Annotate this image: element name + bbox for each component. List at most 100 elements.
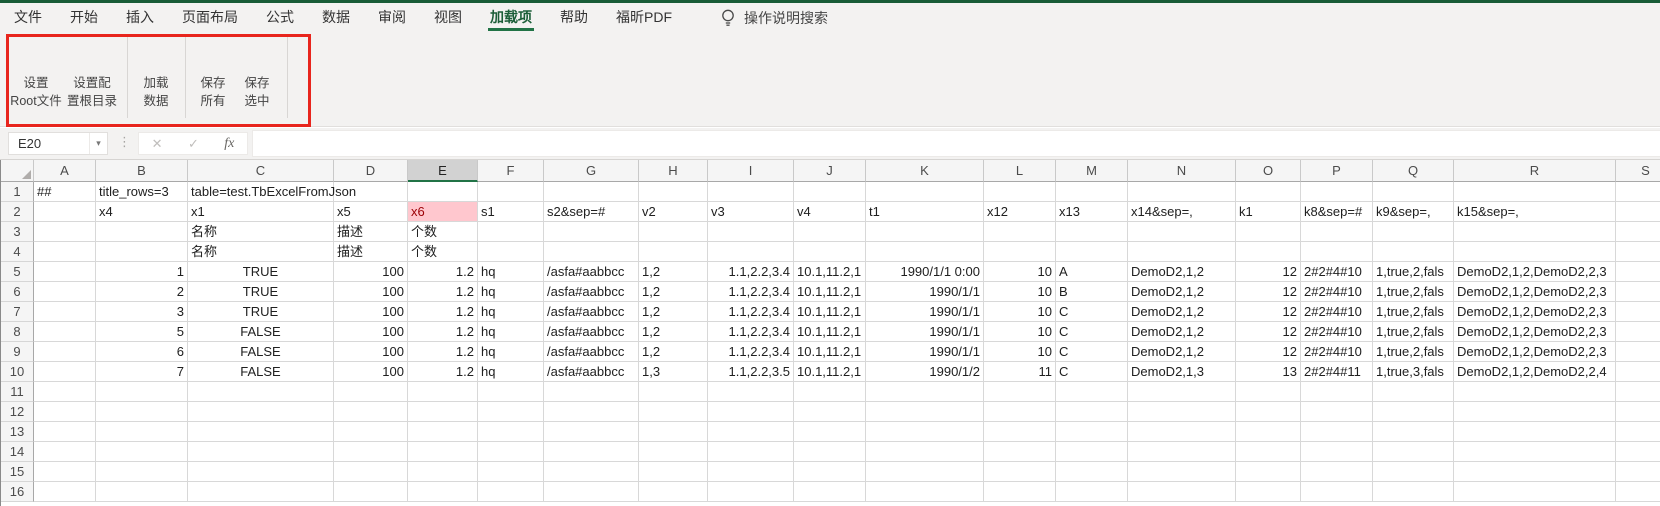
cell-S3[interactable]: [1616, 222, 1660, 242]
cell-E8[interactable]: 1.2: [408, 322, 478, 342]
formula-input[interactable]: [252, 130, 1660, 157]
cell-J15[interactable]: [794, 462, 866, 482]
column-header-F[interactable]: F: [478, 160, 544, 182]
cell-D6[interactable]: 100: [334, 282, 408, 302]
cell-F2[interactable]: s1: [478, 202, 544, 222]
cell-I3[interactable]: [708, 222, 794, 242]
cell-R13[interactable]: [1454, 422, 1616, 442]
cell-F1[interactable]: [478, 182, 544, 202]
cell-O13[interactable]: [1236, 422, 1301, 442]
cell-G13[interactable]: [544, 422, 639, 442]
cell-B1[interactable]: title_rows=3: [96, 182, 188, 202]
cell-O11[interactable]: [1236, 382, 1301, 402]
cell-Q11[interactable]: [1373, 382, 1454, 402]
cell-G16[interactable]: [544, 482, 639, 502]
cell-O3[interactable]: [1236, 222, 1301, 242]
row-header-13[interactable]: 13: [1, 422, 34, 442]
cell-I14[interactable]: [708, 442, 794, 462]
cell-B8[interactable]: 5: [96, 322, 188, 342]
cell-K5[interactable]: 1990/1/1 0:00: [866, 262, 984, 282]
cell-C13[interactable]: [188, 422, 334, 442]
cell-H14[interactable]: [639, 442, 708, 462]
cell-D15[interactable]: [334, 462, 408, 482]
cell-O5[interactable]: 12: [1236, 262, 1301, 282]
cell-P12[interactable]: [1301, 402, 1373, 422]
cell-C7[interactable]: TRUE: [188, 302, 334, 322]
cell-S9[interactable]: [1616, 342, 1660, 362]
row-header-16[interactable]: 16: [1, 482, 34, 502]
cell-I6[interactable]: 1.1,2.2,3.4: [708, 282, 794, 302]
cell-D13[interactable]: [334, 422, 408, 442]
cell-F15[interactable]: [478, 462, 544, 482]
cell-F16[interactable]: [478, 482, 544, 502]
cell-R6[interactable]: DemoD2,1,2,DemoD2,2,3: [1454, 282, 1616, 302]
cell-Q6[interactable]: 1,true,2,fals: [1373, 282, 1454, 302]
cell-A16[interactable]: [34, 482, 96, 502]
cell-N8[interactable]: DemoD2,1,2: [1128, 322, 1236, 342]
tab-文件[interactable]: 文件: [0, 3, 56, 33]
cell-P16[interactable]: [1301, 482, 1373, 502]
cell-B4[interactable]: [96, 242, 188, 262]
cell-F5[interactable]: hq: [478, 262, 544, 282]
cell-O7[interactable]: 12: [1236, 302, 1301, 322]
cell-H7[interactable]: 1,2: [639, 302, 708, 322]
cell-H5[interactable]: 1,2: [639, 262, 708, 282]
cell-I8[interactable]: 1.1,2.2,3.4: [708, 322, 794, 342]
addin-button-加载数据[interactable]: 加载数据: [132, 41, 180, 120]
tab-视图[interactable]: 视图: [420, 3, 476, 33]
cell-F3[interactable]: [478, 222, 544, 242]
cell-J10[interactable]: 10.1,11.2,1: [794, 362, 866, 382]
cell-L9[interactable]: 10: [984, 342, 1056, 362]
cell-M6[interactable]: B: [1056, 282, 1128, 302]
cell-N13[interactable]: [1128, 422, 1236, 442]
cell-L14[interactable]: [984, 442, 1056, 462]
cell-J16[interactable]: [794, 482, 866, 502]
cell-J1[interactable]: [794, 182, 866, 202]
cell-O15[interactable]: [1236, 462, 1301, 482]
cell-Q7[interactable]: 1,true,2,fals: [1373, 302, 1454, 322]
cell-P7[interactable]: 2#2#4#10: [1301, 302, 1373, 322]
cell-R5[interactable]: DemoD2,1,2,DemoD2,2,3: [1454, 262, 1616, 282]
row-header-12[interactable]: 12: [1, 402, 34, 422]
cell-S6[interactable]: [1616, 282, 1660, 302]
cell-Q8[interactable]: 1,true,2,fals: [1373, 322, 1454, 342]
cell-N16[interactable]: [1128, 482, 1236, 502]
cell-M10[interactable]: C: [1056, 362, 1128, 382]
cell-R3[interactable]: [1454, 222, 1616, 242]
cell-R9[interactable]: DemoD2,1,2,DemoD2,2,3: [1454, 342, 1616, 362]
cell-G3[interactable]: [544, 222, 639, 242]
addin-button-保存所有[interactable]: 保存所有: [189, 41, 237, 120]
cell-K7[interactable]: 1990/1/1: [866, 302, 984, 322]
cell-A3[interactable]: [34, 222, 96, 242]
addin-button-设置Root文件[interactable]: 设置Root文件: [8, 41, 64, 120]
cell-A6[interactable]: [34, 282, 96, 302]
cell-J5[interactable]: 10.1,11.2,1: [794, 262, 866, 282]
cell-J11[interactable]: [794, 382, 866, 402]
cell-M14[interactable]: [1056, 442, 1128, 462]
cell-I5[interactable]: 1.1,2.2,3.4: [708, 262, 794, 282]
cell-N15[interactable]: [1128, 462, 1236, 482]
cell-D11[interactable]: [334, 382, 408, 402]
cell-M9[interactable]: C: [1056, 342, 1128, 362]
cell-P1[interactable]: [1301, 182, 1373, 202]
cell-L4[interactable]: [984, 242, 1056, 262]
tab-开始[interactable]: 开始: [56, 3, 112, 33]
cell-C10[interactable]: FALSE: [188, 362, 334, 382]
cell-B12[interactable]: [96, 402, 188, 422]
cell-L1[interactable]: [984, 182, 1056, 202]
tab-数据[interactable]: 数据: [308, 3, 364, 33]
cell-L3[interactable]: [984, 222, 1056, 242]
cell-H16[interactable]: [639, 482, 708, 502]
cell-S11[interactable]: [1616, 382, 1660, 402]
cell-P5[interactable]: 2#2#4#10: [1301, 262, 1373, 282]
cell-O4[interactable]: [1236, 242, 1301, 262]
cell-H15[interactable]: [639, 462, 708, 482]
cell-J13[interactable]: [794, 422, 866, 442]
cell-R10[interactable]: DemoD2,1,2,DemoD2,2,4: [1454, 362, 1616, 382]
column-header-D[interactable]: D: [334, 160, 408, 182]
cell-S12[interactable]: [1616, 402, 1660, 422]
tab-页面布局[interactable]: 页面布局: [168, 3, 252, 33]
cell-R8[interactable]: DemoD2,1,2,DemoD2,2,3: [1454, 322, 1616, 342]
cell-O2[interactable]: k1: [1236, 202, 1301, 222]
cell-D8[interactable]: 100: [334, 322, 408, 342]
